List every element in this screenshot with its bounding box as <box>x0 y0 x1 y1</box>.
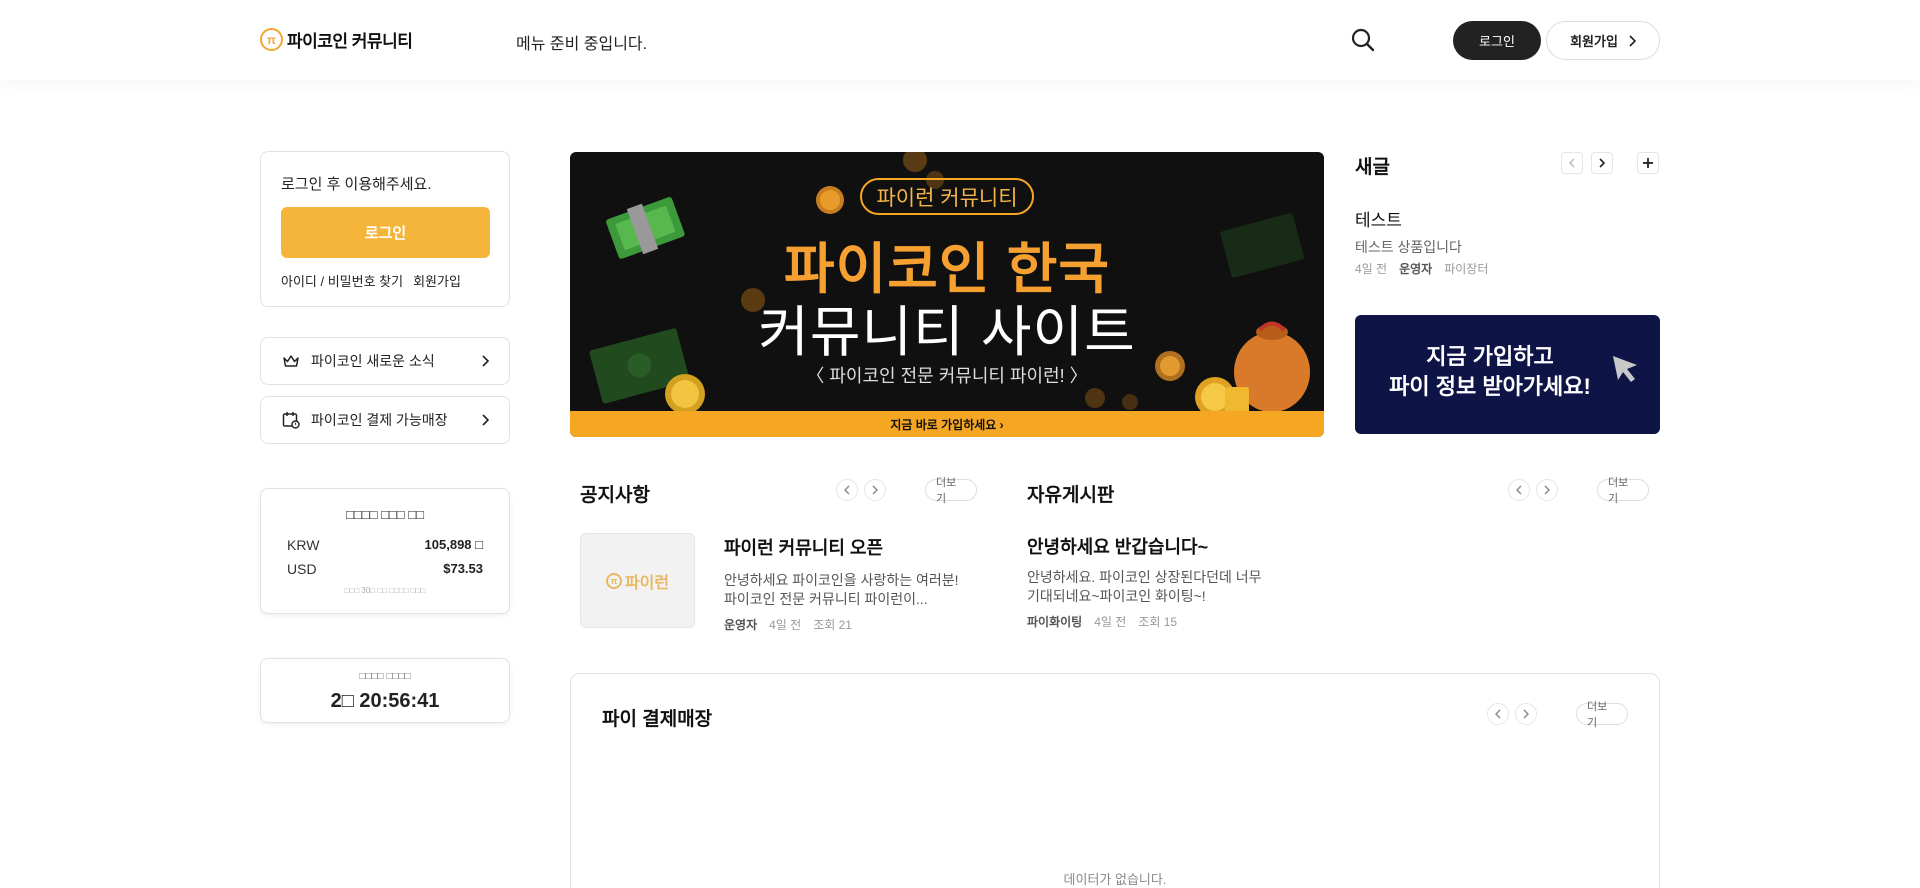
signup-ad-banner[interactable]: 지금 가입하고 파이 정보 받아가세요! <box>1355 315 1660 434</box>
chevron-right-icon <box>1599 158 1606 168</box>
notice-next-button[interactable] <box>864 479 886 501</box>
new-posts-next-button[interactable] <box>1591 152 1613 174</box>
sidebar-item-stores[interactable]: 파이코인 결제 가능매장 <box>260 396 510 444</box>
store-next-button[interactable] <box>1515 703 1537 725</box>
pi-logo-icon: π <box>260 28 283 51</box>
sidebar-login-button[interactable]: 로그인 <box>281 207 490 258</box>
new-post-title[interactable]: 테스트 <box>1355 206 1402 231</box>
notice-post-title[interactable]: 파이런 커뮤니티 오픈 <box>724 534 883 560</box>
sidebar-item-label: 파이코인 새로운 소식 <box>311 353 435 369</box>
new-posts-title: 새글 <box>1355 157 1390 178</box>
price-note: □□□ 30□ □□ □□□□ □□□ <box>344 586 426 595</box>
new-posts-prev-button[interactable] <box>1561 152 1583 174</box>
store-panel: 파이 결제매장 더보기 데이터가 없습니다. <box>570 673 1660 888</box>
post-author: 파이화이팅 <box>1027 615 1083 629</box>
post-body-line: 안녕하세요 파이코인을 사랑하는 여러분! <box>724 572 959 588</box>
crown-icon <box>283 355 299 367</box>
price-row-krw: KRW 105,898 □ <box>287 537 483 553</box>
ad-text: 지금 가입하고 파이 정보 받아가세요! <box>1355 342 1625 402</box>
notice-prev-button[interactable] <box>836 479 858 501</box>
add-post-button[interactable] <box>1637 152 1659 174</box>
account-links: 아이디 / 비밀번호 찾기 회원가입 <box>281 271 461 290</box>
store-more-button[interactable]: 더보기 <box>1576 701 1628 729</box>
countdown-value: 2□ 20:56:41 <box>330 690 440 712</box>
store-prev-button[interactable] <box>1487 703 1509 725</box>
sidebar-item-news[interactable]: 파이코인 새로운 소식 <box>260 337 510 385</box>
chevron-right-icon <box>482 355 490 367</box>
chevron-left-icon <box>1568 158 1575 168</box>
post-views: 조회 15 <box>1138 615 1178 629</box>
chevron-left-icon <box>1495 709 1501 719</box>
post-views: 조회 21 <box>813 618 852 632</box>
banner-subtitle: 〈 파이코인 전문 커뮤니티 파이런! 〉 <box>806 366 1088 386</box>
ad-text-line: 파이 정보 받아가세요! <box>1389 374 1591 399</box>
chevron-left-icon <box>844 485 850 495</box>
find-account-link[interactable]: 아이디 / 비밀번호 찾기 <box>281 271 403 290</box>
login-button[interactable]: 로그인 <box>1453 21 1541 60</box>
price-row-usd: USD $73.53 <box>287 561 483 577</box>
pi-price-panel: □□□□ □□□ □□ KRW 105,898 □ USD $73.53 □□□… <box>260 488 510 614</box>
store-title: 파이 결제매장 <box>602 709 713 730</box>
currency-label: USD <box>287 561 317 577</box>
price-value: $73.53 <box>443 561 483 576</box>
join-button[interactable]: 회원가입 <box>1546 21 1660 60</box>
logo-text: 파이코인 커뮤니티 <box>287 32 413 51</box>
cursor-icon <box>1613 356 1637 382</box>
chevron-right-icon <box>482 414 490 426</box>
post-time: 4일 전 <box>769 618 802 632</box>
notice-post-meta: 운영자 4일 전 조회 21 <box>724 616 852 633</box>
sidebar-item-label: 파이코인 결제 가능매장 <box>311 412 448 428</box>
calendar-icon <box>282 412 300 429</box>
chevron-left-icon <box>1516 485 1522 495</box>
join-button-label: 회원가입 <box>1570 34 1618 49</box>
main-banner[interactable]: 파이런 커뮤니티 파이코인 한국 커뮤니티 사이트 〈 파이코인 전문 커뮤니티… <box>570 152 1324 437</box>
free-post-meta: 파이화이팅 4일 전 조회 15 <box>1027 613 1177 630</box>
free-post-title[interactable]: 안녕하세요 반갑습니다~ <box>1027 533 1208 559</box>
search-icon[interactable] <box>1349 26 1377 54</box>
free-board-title: 자유게시판 <box>1027 485 1115 506</box>
post-body-line: 안녕하세요. 파이코인 상장된다던데 너무 <box>1027 569 1262 585</box>
free-post-body: 안녕하세요. 파이코인 상장된다던데 너무 기대되네요~파이코인 화이팅~! <box>1027 568 1262 606</box>
notice-more-button[interactable]: 더보기 <box>925 477 977 505</box>
new-post-meta: 4일 전 운영자 파이장터 <box>1355 260 1488 277</box>
post-time: 4일 전 <box>1355 262 1388 276</box>
countdown-label: □□□□ □□□□ <box>359 671 411 682</box>
free-board-next-button[interactable] <box>1536 479 1558 501</box>
price-title: □□□□ □□□ □□ <box>346 507 424 522</box>
free-board-more-button[interactable]: 더보기 <box>1597 477 1649 505</box>
post-body-line: 기대되네요~파이코인 화이팅~! <box>1027 588 1206 604</box>
chevron-right-icon <box>1629 34 1636 47</box>
notice-post-body: 안녕하세요 파이코인을 사랑하는 여러분! 파이코인 전문 커뮤니티 파이런이.… <box>724 571 959 609</box>
menu-message: 메뉴 준비 중입니다. <box>516 36 648 53</box>
login-panel: 로그인 후 이용해주세요. 로그인 아이디 / 비밀번호 찾기 회원가입 <box>260 151 510 307</box>
login-message: 로그인 후 이용해주세요. <box>281 176 432 193</box>
header: π 파이코인 커뮤니티 메뉴 준비 중입니다. 로그인 회원가입 <box>0 0 1920 80</box>
notice-title: 공지사항 <box>580 485 650 506</box>
notice-thumbnail[interactable]: π 파이런 <box>580 533 695 628</box>
price-value: 105,898 □ <box>424 537 483 552</box>
sidebar-join-link[interactable]: 회원가입 <box>413 271 461 290</box>
thumbnail-text: 파이런 <box>624 574 670 592</box>
site-logo[interactable]: π 파이코인 커뮤니티 <box>260 27 413 52</box>
empty-message: 데이터가 없습니다. <box>1063 872 1167 887</box>
banner-cta[interactable]: 지금 바로 가입하세요 › <box>570 411 1324 437</box>
post-board: 파이장터 <box>1444 262 1489 276</box>
countdown-panel: □□□□ □□□□ 2□ 20:56:41 <box>260 658 510 723</box>
thumbnail-logo: π 파이런 <box>605 569 670 593</box>
plus-icon <box>1643 158 1653 168</box>
ad-text-line: 지금 가입하고 <box>1426 344 1554 369</box>
post-time: 4일 전 <box>1094 615 1127 629</box>
free-board-prev-button[interactable] <box>1508 479 1530 501</box>
currency-label: KRW <box>287 537 320 553</box>
post-author: 운영자 <box>724 618 758 632</box>
banner-title-second: 커뮤니티 사이트 <box>758 301 1136 363</box>
post-author: 운영자 <box>1399 262 1433 276</box>
new-post-desc: 테스트 상품입니다 <box>1355 239 1462 255</box>
post-body-line: 파이코인 전문 커뮤니티 파이런이... <box>724 591 928 607</box>
pi-logo-icon: π <box>605 572 622 589</box>
chevron-right-icon <box>872 485 878 495</box>
chevron-right-icon <box>1544 485 1550 495</box>
banner-pill: 파이런 커뮤니티 <box>860 178 1034 215</box>
chevron-right-icon <box>1523 709 1529 719</box>
